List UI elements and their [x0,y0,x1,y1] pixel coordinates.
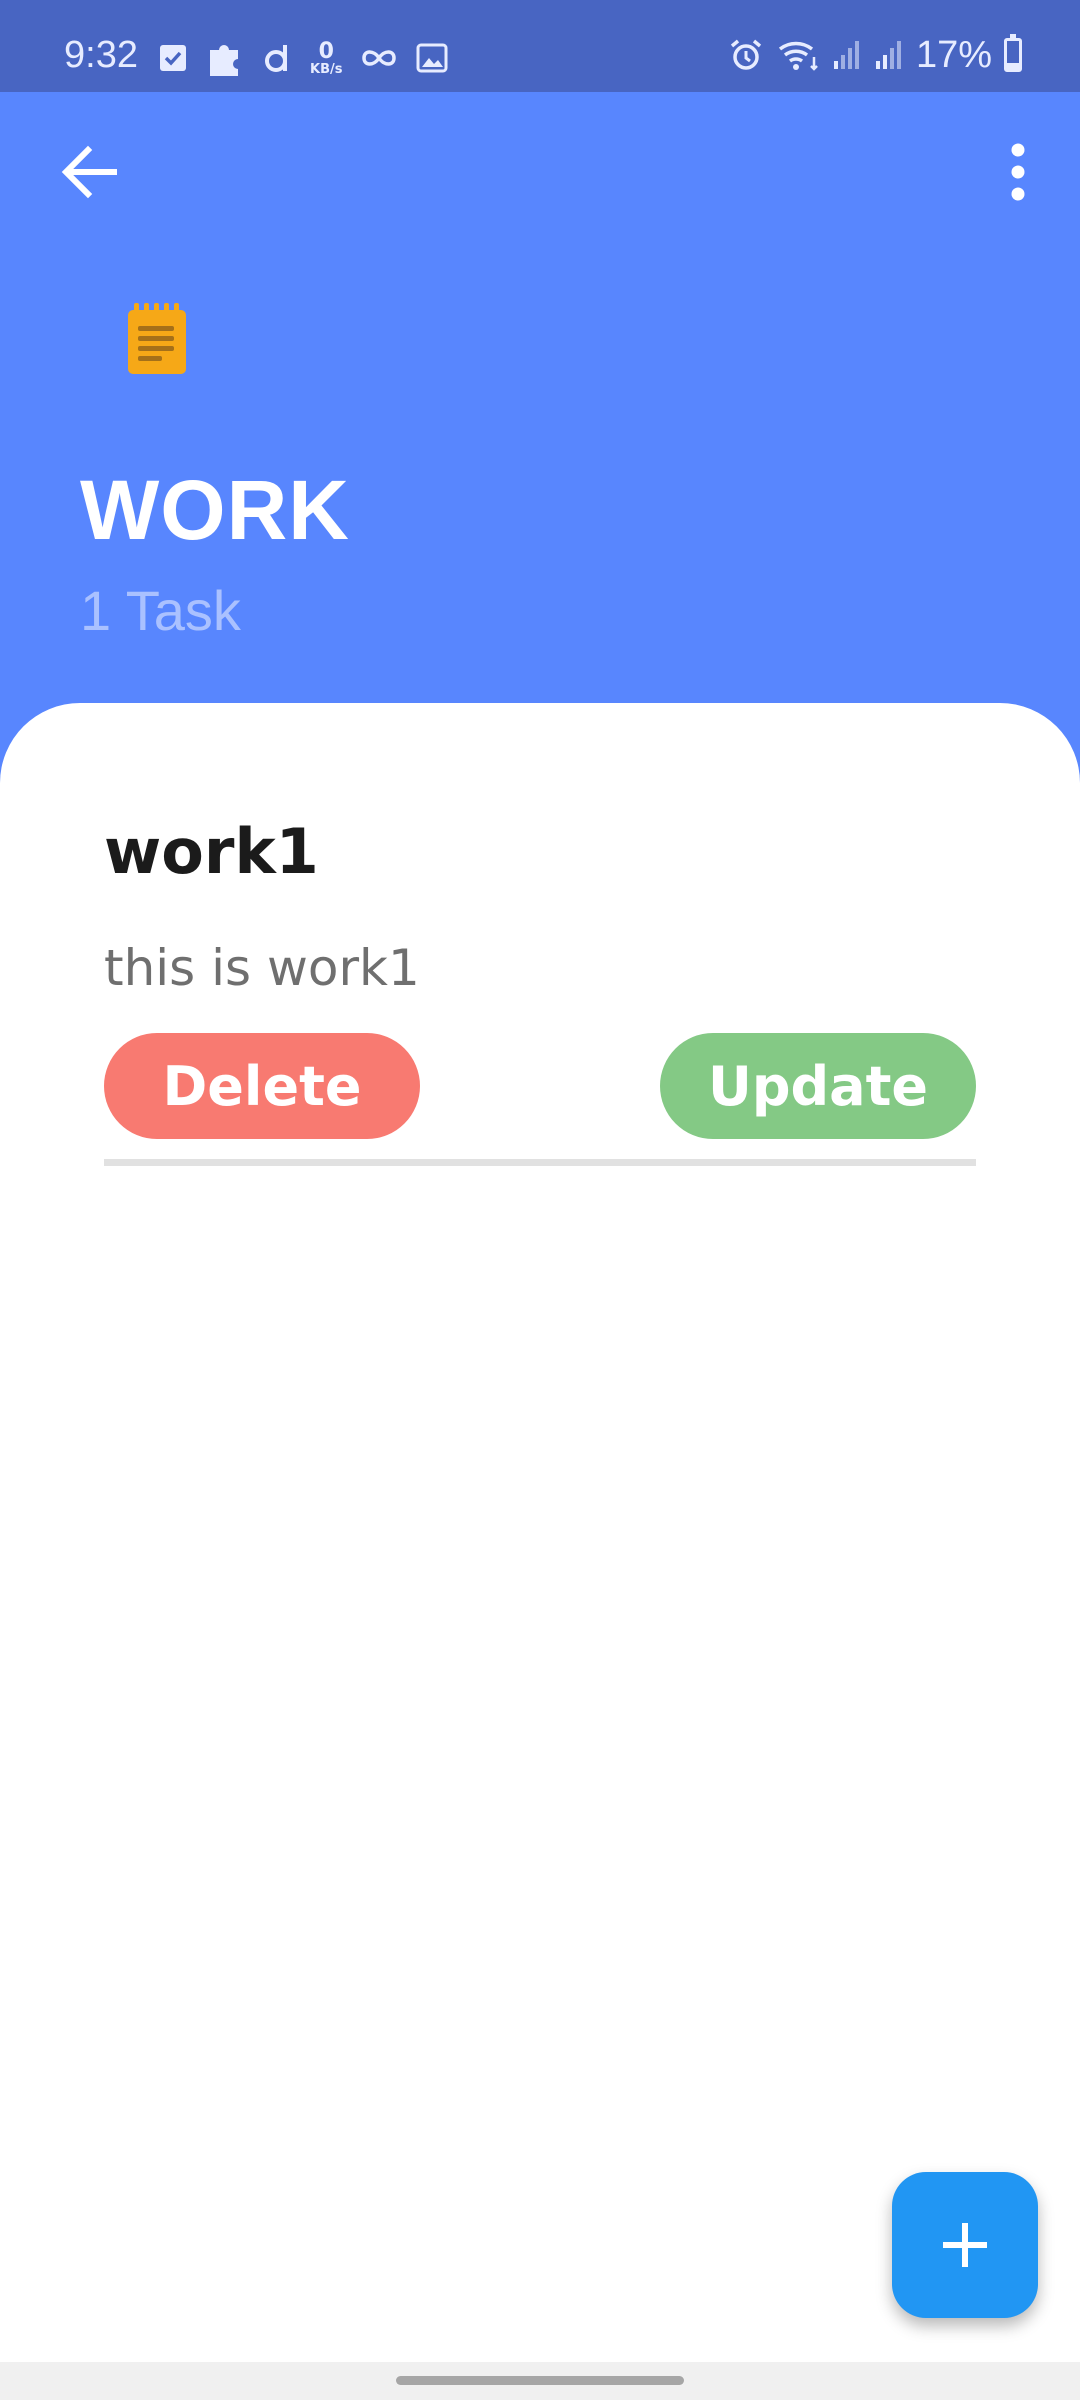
infinity-icon [362,50,397,66]
status-bar: 9:32 0 KB/s 17% [0,0,1080,92]
wifi-icon [778,41,818,71]
task-count: 1 Task [80,579,241,642]
status-system-icons: 17% [728,34,1022,76]
signal-icon [833,41,859,69]
task-title: work1 [104,815,319,888]
plus-icon [943,2223,987,2267]
back-button[interactable] [56,136,128,208]
image-icon [416,43,448,73]
status-notification-icons: 0 KB/s [158,38,448,78]
net-speed-unit: KB/s [310,61,343,77]
delete-button[interactable]: Delete [104,1033,420,1139]
battery-fill [1007,63,1019,69]
puzzle-icon [210,44,238,76]
more-options-button[interactable] [982,136,1054,208]
checkbox-icon [160,45,186,71]
net-speed-icon: 0 KB/s [310,38,343,77]
home-handle[interactable] [396,2376,684,2385]
category-header: WORK 1 Task [0,92,1080,792]
task-list-panel: work1 this is work1 Delete Update [0,703,1080,2363]
note-icon [128,303,186,374]
status-time: 9:32 [64,34,138,76]
alarm-icon [730,39,762,70]
arrow-left-icon [61,145,117,199]
task-description: this is work1 [104,939,420,997]
d-app-icon [265,45,287,72]
signal-icon [875,41,901,69]
task-divider [104,1159,976,1166]
net-speed-value: 0 [318,38,334,64]
battery-percent: 17% [915,34,992,76]
more-vert-icon [1011,143,1025,201]
battery-icon [1004,34,1022,72]
system-nav-bar [0,2362,1080,2400]
update-button[interactable]: Update [660,1033,976,1139]
add-task-button[interactable] [892,2172,1038,2318]
category-title: WORK [80,463,350,557]
